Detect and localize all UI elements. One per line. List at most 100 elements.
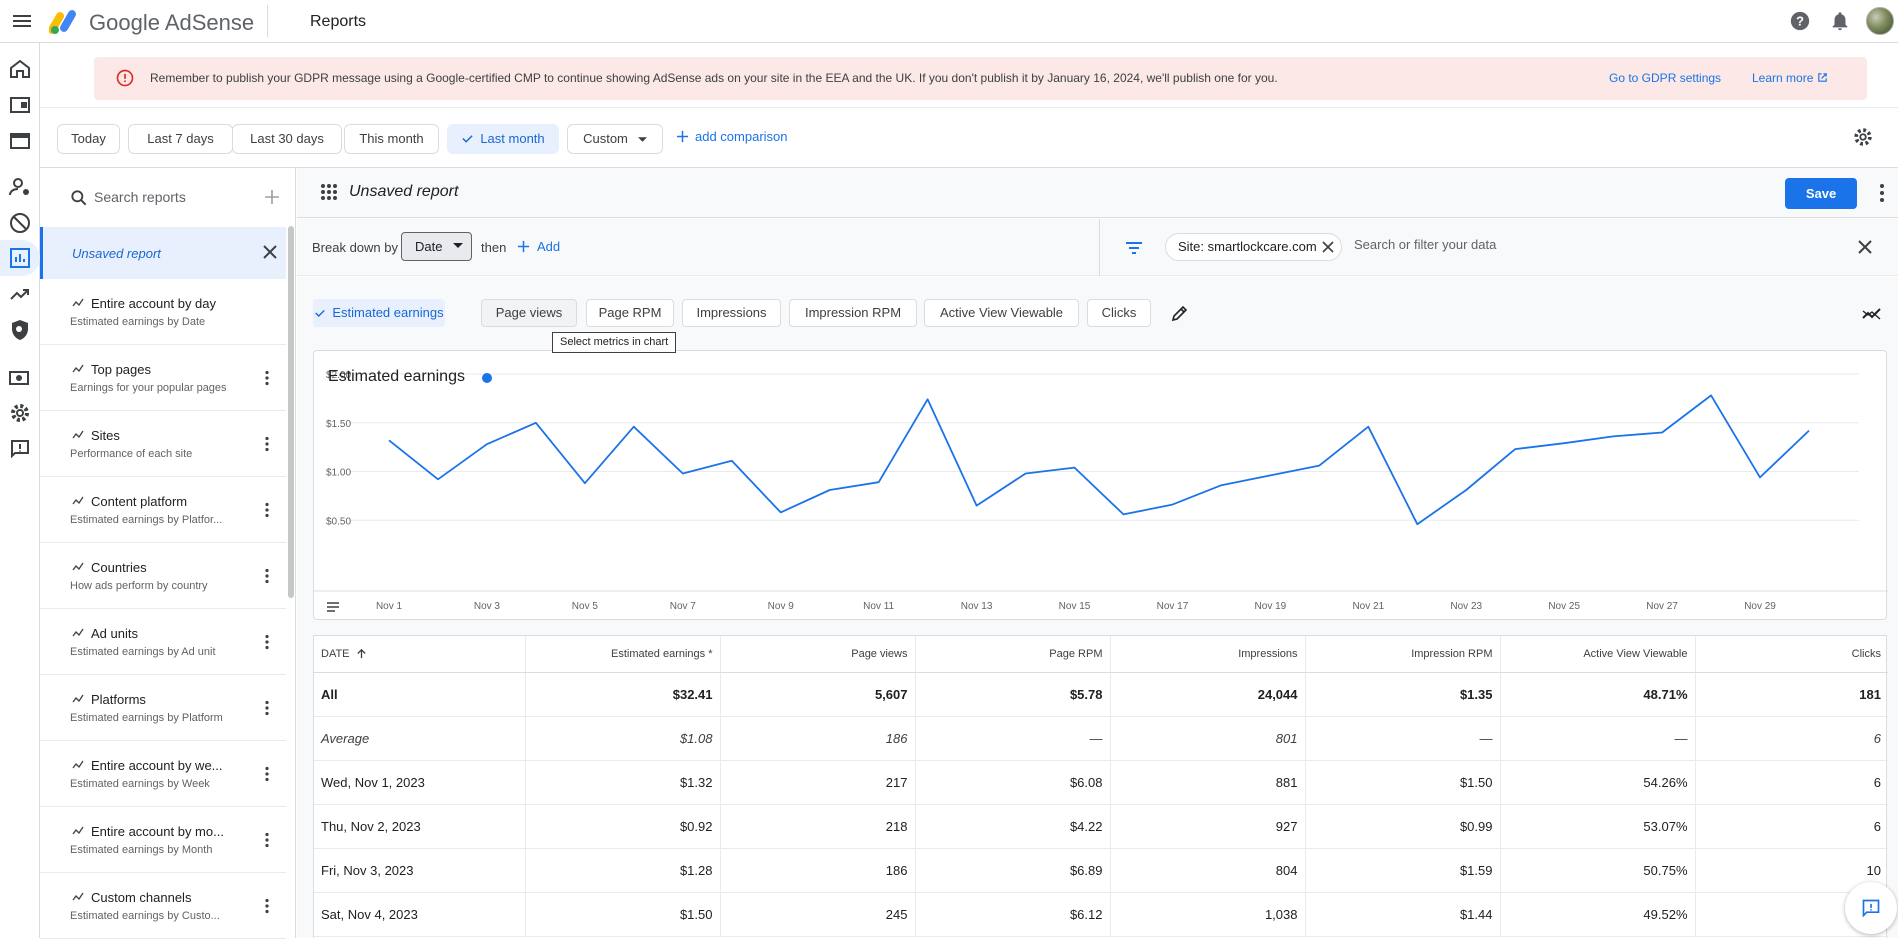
metric-chip-estimated-earnings[interactable]: Estimated earnings: [313, 299, 445, 327]
table-cell: $1.50: [1305, 760, 1500, 804]
close-icon[interactable]: [1855, 237, 1875, 257]
breakdown-filter-row: Break down by Date then Add Site: smartl…: [297, 219, 1898, 276]
close-icon[interactable]: [1322, 241, 1334, 253]
table-cell: All: [314, 672, 525, 716]
column-header-impression-rpm[interactable]: Impression RPM: [1305, 636, 1500, 672]
home-icon[interactable]: [8, 57, 32, 81]
notifications-icon[interactable]: [1829, 10, 1851, 32]
report-table: DATE Estimated earnings * Page views Pag…: [314, 636, 1888, 937]
more-vert-icon[interactable]: [259, 568, 275, 584]
report-list-item[interactable]: Ad unitsEstimated earnings by Ad unit: [40, 609, 286, 675]
report-list-item[interactable]: Entire account by mo...Estimated earning…: [40, 807, 286, 873]
gdpr-message: Remember to publish your GDPR message us…: [150, 71, 1278, 85]
report-item-subtitle: Estimated earnings by Ad unit: [70, 646, 216, 658]
column-header-active-view-viewable[interactable]: Active View Viewable: [1500, 636, 1695, 672]
account-avatar[interactable]: [1866, 7, 1894, 35]
column-header-clicks[interactable]: Clicks: [1695, 636, 1888, 672]
brand-safety-icon[interactable]: [8, 318, 32, 342]
optimization-icon[interactable]: [8, 282, 32, 306]
chart-title: Estimated earnings: [328, 368, 465, 386]
filter-icon[interactable]: [1123, 237, 1145, 259]
gdpr-settings-link[interactable]: Go to GDPR settings: [1609, 71, 1721, 85]
site-filter-chip[interactable]: Site: smartlockcare.com: [1165, 233, 1342, 261]
edit-icon[interactable]: [1170, 303, 1190, 323]
blocking-controls-icon[interactable]: [8, 211, 32, 235]
metric-chip-page-views[interactable]: Page views: [481, 299, 577, 327]
column-header-estimated-earnings[interactable]: Estimated earnings *: [525, 636, 720, 672]
column-header-page-rpm[interactable]: Page RPM: [915, 636, 1110, 672]
more-vert-icon[interactable]: [1871, 182, 1893, 204]
search-icon: [69, 188, 89, 208]
panel-scrollbar[interactable]: [288, 226, 294, 598]
report-trend-icon: [72, 562, 84, 572]
report-list-item[interactable]: Top pagesEarnings for your popular pages: [40, 345, 286, 411]
more-vert-icon[interactable]: [259, 832, 275, 848]
metric-chip-clicks[interactable]: Clicks: [1087, 299, 1151, 327]
more-vert-icon[interactable]: [259, 700, 275, 716]
metric-chip-page-rpm[interactable]: Page RPM: [586, 299, 674, 327]
report-list-item[interactable]: CountriesHow ads perform by country: [40, 543, 286, 609]
date-chip-last-7-days[interactable]: Last 7 days: [128, 124, 233, 154]
save-button[interactable]: Save: [1785, 178, 1857, 209]
privacy-messaging-icon[interactable]: [8, 175, 32, 199]
metric-chip-impression-rpm[interactable]: Impression RPM: [789, 299, 917, 327]
gear-icon[interactable]: [1852, 126, 1874, 148]
apps-grid-icon[interactable]: [319, 182, 339, 202]
settings-icon[interactable]: [8, 401, 32, 425]
metric-chip-active-view-viewable[interactable]: Active View Viewable: [924, 299, 1079, 327]
divider: [40, 107, 1898, 108]
more-vert-icon[interactable]: [259, 766, 275, 782]
total-row: All $32.41 5,607 $5.78 24,044 $1.35 48.7…: [314, 672, 1888, 716]
help-icon[interactable]: ?: [1789, 10, 1811, 32]
legend-toggle-icon[interactable]: [326, 601, 340, 613]
add-report-icon[interactable]: [262, 187, 282, 207]
learn-more-link[interactable]: Learn more: [1752, 71, 1828, 85]
date-chip-last-month[interactable]: Last month: [447, 124, 559, 154]
table-cell: 186: [720, 848, 915, 892]
feedback-button[interactable]: [1845, 882, 1897, 934]
date-chip-last-30-days[interactable]: Last 30 days: [232, 124, 342, 154]
report-list-item[interactable]: Content platformEstimated earnings by Pl…: [40, 477, 286, 543]
filter-search-input[interactable]: [1354, 237, 1654, 252]
table-cell: Sat, Nov 4, 2023: [314, 892, 525, 936]
table-cell: $6.08: [915, 760, 1110, 804]
report-list-item[interactable]: Entire account by dayEstimated earnings …: [40, 279, 286, 345]
reports-icon[interactable]: [8, 246, 32, 270]
breakdown-dimension-select[interactable]: Date: [401, 232, 472, 261]
add-comparison-button[interactable]: add comparison: [676, 129, 788, 144]
add-breakdown-button[interactable]: Add: [517, 239, 560, 254]
date-chip-today[interactable]: Today: [57, 124, 120, 154]
x-tick-label: Nov 25: [1548, 601, 1580, 612]
brand-name[interactable]: Google AdSense: [89, 10, 254, 36]
report-list-item[interactable]: Custom channelsEstimated earnings by Cus…: [40, 873, 286, 939]
chart-toggle-icon[interactable]: [1861, 303, 1883, 325]
metric-chip-impressions[interactable]: Impressions: [682, 299, 781, 327]
payments-icon[interactable]: [8, 366, 32, 390]
report-name[interactable]: Unsaved report: [349, 183, 458, 201]
unsaved-report-item[interactable]: Unsaved report: [40, 227, 286, 279]
table-cell: $4.22: [915, 804, 1110, 848]
more-vert-icon[interactable]: [259, 634, 275, 650]
ads-icon[interactable]: [8, 129, 32, 153]
column-header-page-views[interactable]: Page views: [720, 636, 915, 672]
search-reports-input[interactable]: [94, 189, 254, 205]
close-icon[interactable]: [260, 242, 280, 262]
table-cell: 804: [1110, 848, 1305, 892]
date-chip-this-month[interactable]: This month: [344, 124, 439, 154]
report-trend-icon: [72, 496, 84, 506]
menu-icon[interactable]: [10, 9, 34, 33]
column-header-impressions[interactable]: Impressions: [1110, 636, 1305, 672]
report-list-item[interactable]: PlatformsEstimated earnings by Platform: [40, 675, 286, 741]
metrics-chips-row: Estimated earnings Page views Page RPM I…: [297, 277, 1898, 357]
date-chip-custom[interactable]: Custom: [567, 124, 663, 154]
sites-icon[interactable]: [8, 93, 32, 117]
more-vert-icon[interactable]: [259, 370, 275, 386]
more-vert-icon[interactable]: [259, 898, 275, 914]
more-vert-icon[interactable]: [259, 502, 275, 518]
feedback-icon[interactable]: [8, 437, 32, 461]
report-list-item[interactable]: Entire account by we...Estimated earning…: [40, 741, 286, 807]
column-header-date[interactable]: DATE: [314, 636, 525, 672]
more-vert-icon[interactable]: [259, 436, 275, 452]
report-list-item[interactable]: SitesPerformance of each site: [40, 411, 286, 477]
error-icon: [115, 68, 135, 88]
